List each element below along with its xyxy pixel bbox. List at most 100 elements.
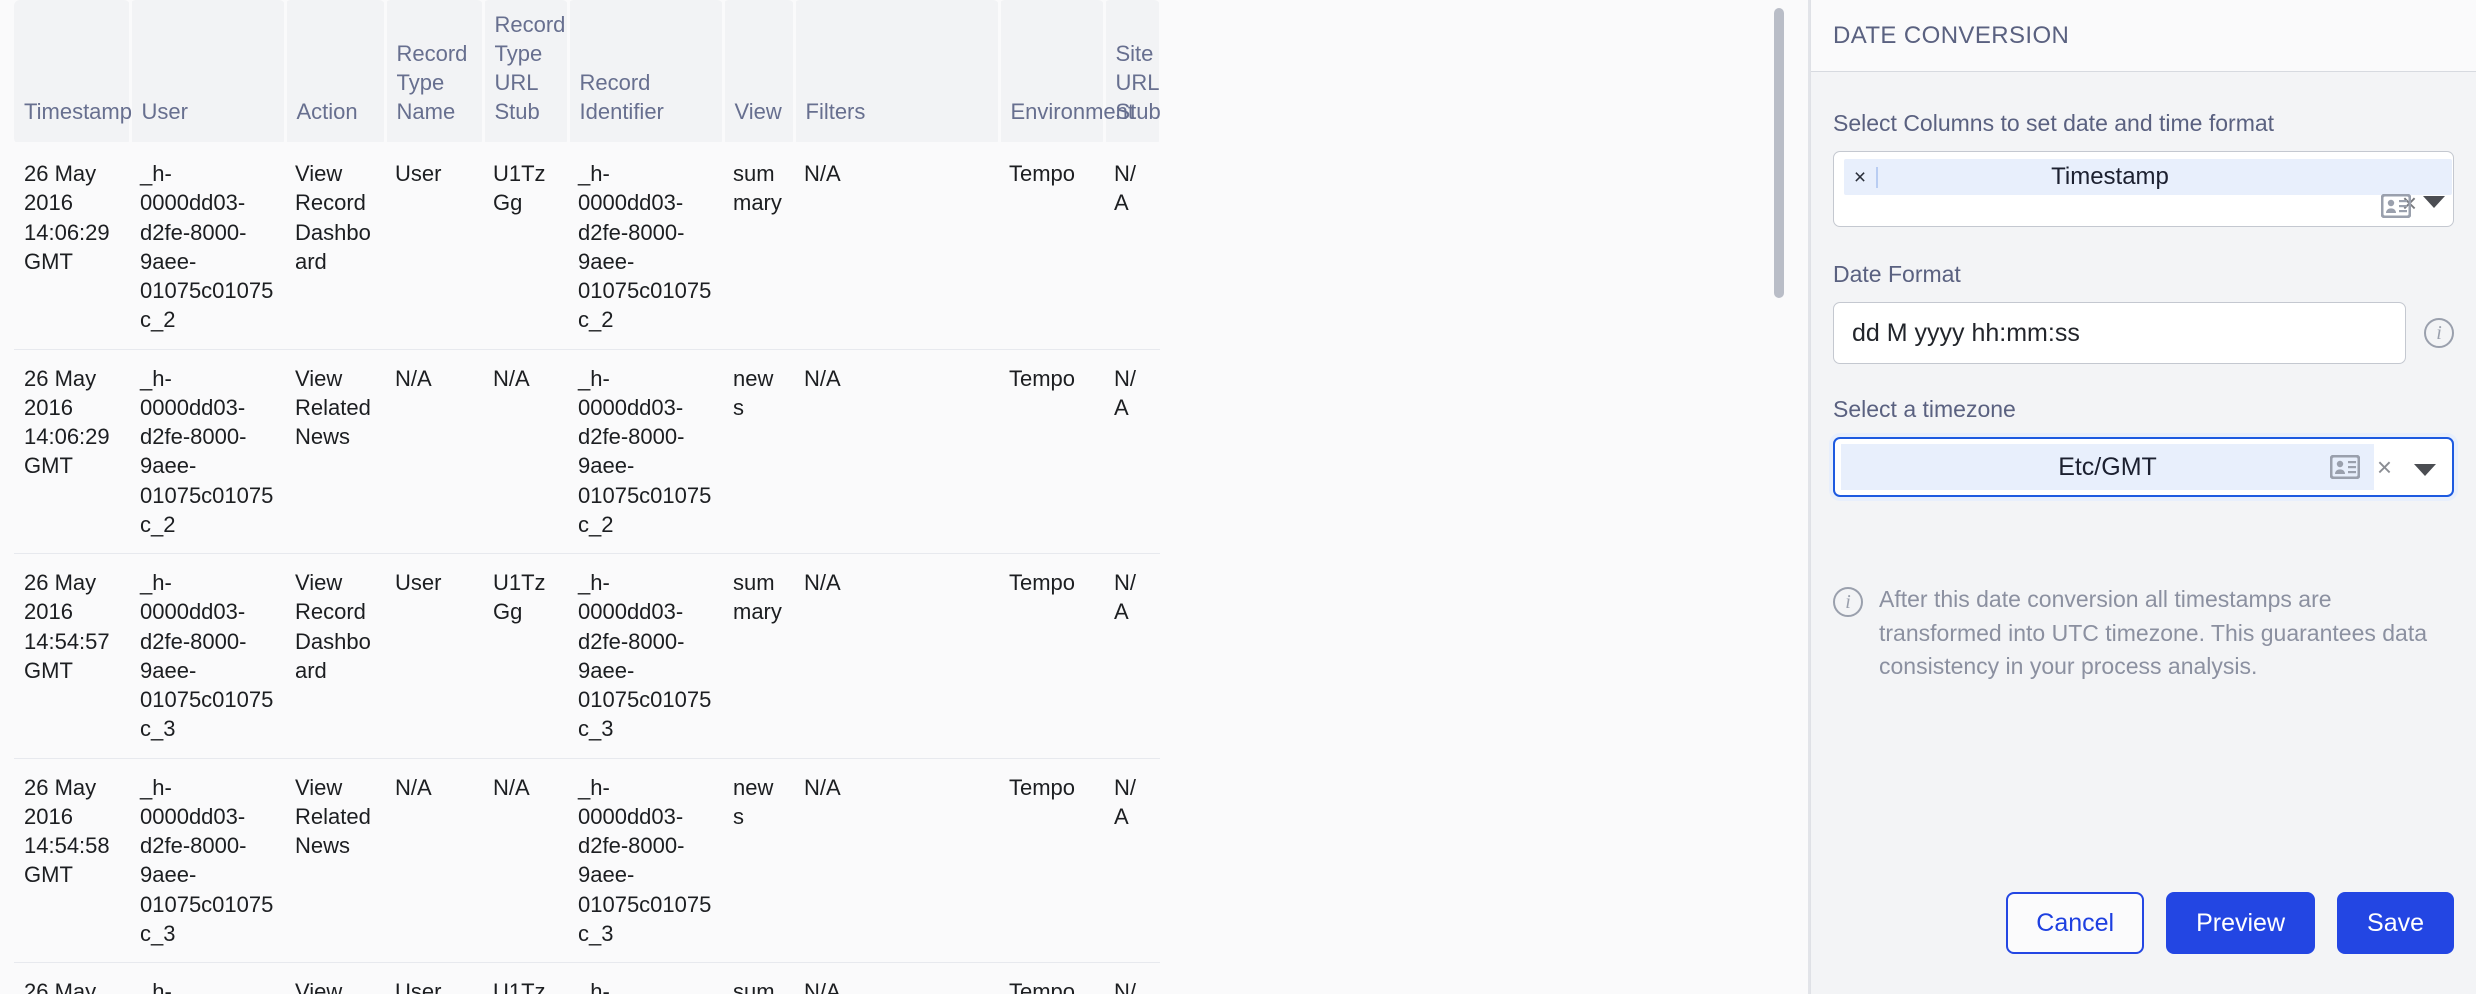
date-format-field-row: i <box>1833 302 2454 364</box>
panel-body: Select Columns to set date and time form… <box>1811 72 2476 994</box>
cell-filters: N/A <box>794 143 999 350</box>
cell-timestamp: 26 May 2016 14:58:21 GMT <box>14 962 130 994</box>
columns-multiselect[interactable]: × Timestamp × <box>1833 151 2454 227</box>
cell-filters: N/A <box>794 553 999 759</box>
cell-timestamp: 26 May 2016 14:54:57 GMT <box>14 553 130 759</box>
panel-header: DATE CONVERSION <box>1811 0 2476 72</box>
select-columns-label: Select Columns to set date and time form… <box>1833 110 2275 136</box>
cell-user: _h-0000dd03-d2fe-8000-9aee-01075c01075c_… <box>130 349 285 555</box>
event-log-table-pane: Timestamp User Action Record Type Name Recor… <box>0 0 1810 994</box>
column-header-view[interactable]: View <box>723 0 796 146</box>
column-header-record_type_name[interactable]: Record Type Name <box>385 0 485 146</box>
column-header-filters[interactable]: Filters <box>794 0 1001 146</box>
cell-action: View Record Dashboard <box>285 143 385 350</box>
column-header-user[interactable]: User <box>130 0 287 146</box>
cell-record_identifier: _h-0000dd03-d2fe-8000-9aee-01075c01075c_… <box>568 553 723 759</box>
cell-environment: Tempo <box>999 962 1104 994</box>
cell-user: _h-0000dd03-d2fe-8000-9aee-01075c01075c_… <box>130 553 285 759</box>
cell-environment: Tempo <box>999 553 1104 759</box>
cell-site_url_stub: N/A <box>1104 349 1160 555</box>
cell-record_identifier: _h-0000dd03-d2fe-8000-9aee-01075c01075c_… <box>568 758 723 964</box>
contact-card-icon[interactable] <box>2381 194 2411 218</box>
cell-record_type_url_stub: N/A <box>483 349 568 555</box>
table-header-row: Timestamp User Action Record Type Name Recor… <box>14 0 1162 146</box>
cell-record_identifier: _h-0000dd03-d2fe-8000-9aee-01075c01075c_… <box>568 962 723 994</box>
preview-button[interactable]: Preview <box>2166 892 2316 954</box>
cell-record_identifier: _h-0000dd03-d2fe-8000-9aee-01075c01075c_… <box>568 143 723 350</box>
table-row[interactable]: 26 May 2016 14:54:58 GMT _h-0000dd03-d2fe… <box>14 758 1160 964</box>
cell-site_url_stub: N/A <box>1104 962 1160 994</box>
event-log-table: Timestamp User Action Record Type Name Recor… <box>14 0 1162 994</box>
contact-card-icon[interactable] <box>2329 454 2361 480</box>
cell-environment: Tempo <box>999 143 1104 350</box>
cell-timestamp: 26 May 2016 14:54:58 GMT <box>14 758 130 964</box>
cell-filters: N/A <box>794 758 999 964</box>
date-format-label: Date Format <box>1833 261 1961 287</box>
table-vertical-scrollbar[interactable] <box>1774 0 1784 994</box>
cell-record_type_name: N/A <box>385 349 483 555</box>
table-head: Timestamp User Action Record Type Name Recor… <box>14 0 1162 146</box>
cell-action: View Related News <box>285 349 385 555</box>
cell-record_type_name: User <box>385 143 483 350</box>
cell-action: View Related News <box>285 758 385 964</box>
cell-record_type_url_stub: N/A <box>483 758 568 964</box>
app-root: Timestamp User Action Record Type Name Recor… <box>0 0 2476 994</box>
cell-view: news <box>723 349 794 555</box>
timezone-select[interactable]: Etc/GMT × <box>1833 437 2454 497</box>
cell-timestamp: 26 May 2016 14:06:29 GMT <box>14 143 130 350</box>
cell-filters: N/A <box>794 349 999 555</box>
save-button[interactable]: Save <box>2337 892 2454 954</box>
chip-label: Timestamp <box>2051 163 2169 190</box>
scrollbar-thumb[interactable] <box>1774 8 1784 298</box>
cell-view: summary <box>723 143 794 350</box>
column-header-record_identifier[interactable]: Record Identifier <box>568 0 725 146</box>
timezone-label: Select a timezone <box>1833 396 2016 422</box>
cell-view: summary <box>723 962 794 994</box>
cell-record_identifier: _h-0000dd03-d2fe-8000-9aee-01075c01075c_… <box>568 349 723 555</box>
column-header-record_type_url_stub[interactable]: Record Type URL Stub <box>483 0 570 146</box>
cell-record_type_url_stub: U1TzGg <box>483 962 568 994</box>
conversion-note: i After this date conversion all timesta… <box>1833 583 2454 684</box>
cell-action: View Record Dashboard <box>285 553 385 759</box>
cell-timestamp: 26 May 2016 14:06:29 GMT <box>14 349 130 555</box>
cell-record_type_name: User <box>385 962 483 994</box>
cell-view: summary <box>723 553 794 759</box>
selected-column-chip[interactable]: × Timestamp <box>1844 159 2452 195</box>
cell-record_type_name: User <box>385 553 483 759</box>
cell-site_url_stub: N/A <box>1104 758 1160 964</box>
cell-site_url_stub: N/A <box>1104 143 1160 350</box>
table-row[interactable]: 26 May 2016 14:06:29 GMT _h-0000dd03-d2fe… <box>14 349 1160 555</box>
timezone-clear-icon[interactable]: × <box>2377 454 2392 480</box>
chip-remove-icon[interactable]: × <box>1844 166 1878 188</box>
conversion-note-text: After this date conversion all timestamp… <box>1879 586 2428 680</box>
table-body: 26 May 2016 14:06:29 GMT _h-0000dd03-d2fe… <box>14 143 1160 994</box>
timezone-value-chip: Etc/GMT <box>1841 444 2374 490</box>
cell-record_type_url_stub: U1TzGg <box>483 143 568 350</box>
cell-record_type_name: N/A <box>385 758 483 964</box>
chevron-down-icon[interactable] <box>2423 196 2445 208</box>
date-conversion-panel: DATE CONVERSION Select Columns to set da… <box>1810 0 2476 994</box>
column-header-timestamp[interactable]: Timestamp <box>14 0 132 146</box>
cell-environment: Tempo <box>999 758 1104 964</box>
table-scroll-area[interactable]: Timestamp User Action Record Type Name Recor… <box>0 0 1786 994</box>
cell-action: View Record Dashboard <box>285 962 385 994</box>
cell-record_type_url_stub: U1TzGg <box>483 553 568 759</box>
date-format-input[interactable] <box>1833 302 2406 364</box>
cell-filters: N/A <box>794 962 999 994</box>
panel-actions: Cancel Preview Save <box>1833 892 2454 954</box>
table-row[interactable]: 26 May 2016 14:58:21 GMT_h-0000dd03-d2fe… <box>14 962 1160 994</box>
cancel-button[interactable]: Cancel <box>2006 892 2145 954</box>
cell-user: _h-0000dd03-d2fe-8000-9aee-01075c01075c_… <box>130 143 285 350</box>
info-icon-note: i <box>1833 587 1863 617</box>
timezone-value-text: Etc/GMT <box>2058 452 2157 481</box>
table-row[interactable]: 26 May 2016 14:06:29 GMT _h-0000dd03-d2fe… <box>14 143 1160 350</box>
info-icon-date-format[interactable]: i <box>2424 318 2454 348</box>
cell-user: _h-0000dd03-d2fe-8000-9aee-01075c01075c_… <box>130 962 285 994</box>
chevron-down-icon[interactable] <box>2414 464 2436 476</box>
column-header-environment[interactable]: Environment <box>999 0 1134 146</box>
cell-site_url_stub: N/A <box>1104 553 1160 759</box>
column-header-action[interactable]: Action <box>285 0 387 146</box>
cell-user: _h-0000dd03-d2fe-8000-9aee-01075c01075c_… <box>130 758 285 964</box>
cell-environment: Tempo <box>999 349 1104 555</box>
table-row[interactable]: 26 May 2016 14:54:57 GMT _h-0000dd03-d2fe… <box>14 553 1160 759</box>
